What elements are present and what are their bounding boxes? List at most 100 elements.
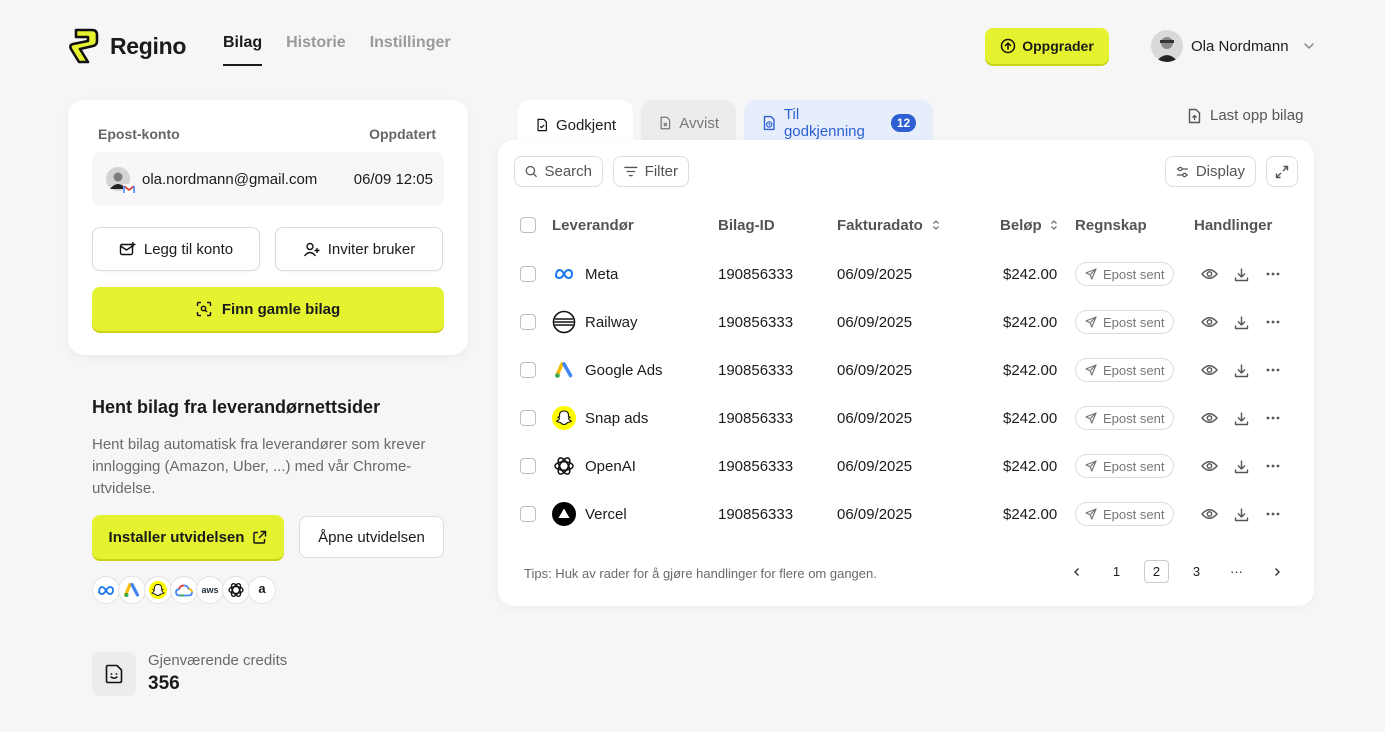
open-extension-label: Åpne utvidelsen	[318, 528, 425, 546]
upload-receipt-link[interactable]: Last opp bilag	[1187, 107, 1303, 124]
email-account-row[interactable]: ola.nordmann@gmail.com 06/09 12:05	[92, 152, 444, 206]
upgrade-button[interactable]: Oppgrader	[985, 28, 1109, 64]
mail-plus-icon	[119, 241, 136, 255]
more-options-button[interactable]	[1263, 360, 1283, 380]
table-row[interactable]: Snap ads 190856333 06/09/2025 $242.00 Epost …	[498, 394, 1314, 442]
col-vendor[interactable]: Leverandør	[552, 217, 634, 234]
row-checkbox[interactable]	[520, 314, 536, 330]
eye-icon	[1200, 461, 1218, 471]
download-button[interactable]	[1231, 504, 1251, 524]
snapchat-icon	[552, 406, 576, 430]
status-badge: Epost sent	[1075, 310, 1175, 334]
search-icon	[525, 165, 537, 178]
row-checkbox[interactable]	[520, 266, 536, 282]
vendor-cell: Vercel	[552, 502, 627, 526]
view-button[interactable]	[1199, 264, 1219, 284]
aws-logo-text: aws	[201, 584, 219, 595]
display-button[interactable]: Display	[1165, 156, 1256, 187]
invite-user-label: Inviter bruker	[327, 240, 416, 258]
eye-icon	[1200, 317, 1218, 327]
nav-item-instillinger[interactable]: Instillinger	[370, 34, 451, 66]
download-icon	[1234, 460, 1248, 473]
download-button[interactable]	[1231, 456, 1251, 476]
more-options-button[interactable]	[1263, 504, 1283, 524]
install-extension-button[interactable]: Installer utvidelsen	[92, 515, 284, 559]
user-menu[interactable]: Ola Nordmann	[1151, 30, 1317, 62]
credits-value: 356	[148, 673, 180, 694]
account-avatar	[106, 167, 135, 194]
page-ellipsis[interactable]: ···	[1224, 560, 1249, 583]
google-ads-icon	[552, 358, 576, 382]
more-horizontal-icon	[1266, 320, 1280, 324]
actions-cell	[1199, 264, 1295, 284]
page-3[interactable]: 3	[1184, 560, 1209, 583]
col-account-label: Epost-konto	[98, 126, 180, 142]
send-icon	[1085, 316, 1097, 328]
select-all-checkbox[interactable]	[520, 217, 536, 233]
table-row[interactable]: Railway 190856333 06/09/2025 $242.00 Epost s…	[498, 298, 1314, 346]
find-old-receipts-button[interactable]: Finn gamle bilag	[92, 287, 444, 331]
view-button[interactable]	[1199, 360, 1219, 380]
search-label: Search	[544, 163, 592, 180]
invite-user-button[interactable]: Inviter bruker	[275, 227, 443, 271]
eye-icon	[1200, 269, 1218, 279]
more-options-button[interactable]	[1263, 408, 1283, 428]
external-link-icon	[253, 530, 267, 544]
openai-logo-icon	[222, 576, 250, 604]
view-button[interactable]	[1199, 312, 1219, 332]
credits-icon-box	[92, 652, 136, 696]
next-page-button[interactable]	[1264, 560, 1289, 583]
view-button[interactable]	[1199, 504, 1219, 524]
row-checkbox[interactable]	[520, 458, 536, 474]
download-button[interactable]	[1231, 264, 1251, 284]
vendor-name: Snap ads	[585, 409, 649, 427]
nav-item-historie[interactable]: Historie	[286, 34, 346, 66]
railway-icon	[552, 310, 576, 334]
send-icon	[1085, 460, 1097, 472]
table-row[interactable]: Vercel 190856333 06/09/2025 $242.00 Epost se…	[498, 490, 1314, 538]
col-invoice-date[interactable]: Fakturadato	[837, 217, 943, 234]
more-options-button[interactable]	[1263, 456, 1283, 476]
table-row[interactable]: Meta 190856333 06/09/2025 $242.00 Epost sent	[498, 250, 1314, 298]
search-button[interactable]: Search	[514, 156, 603, 187]
vendor-cell: Meta	[552, 262, 618, 286]
sort-icon	[932, 220, 939, 230]
sort-icon	[1050, 220, 1057, 230]
col-amount[interactable]: Beløp	[1000, 217, 1061, 234]
page-2-current[interactable]: 2	[1144, 560, 1169, 583]
display-label: Display	[1195, 163, 1245, 180]
more-options-button[interactable]	[1263, 264, 1283, 284]
expand-button[interactable]	[1266, 156, 1298, 187]
filter-label: Filter	[644, 163, 678, 180]
download-button[interactable]	[1231, 312, 1251, 332]
filter-button[interactable]: Filter	[613, 156, 689, 187]
open-extension-button[interactable]: Åpne utvidelsen	[299, 516, 444, 558]
invoice-date-cell: 06/09/2025	[837, 457, 913, 475]
page-1[interactable]: 1	[1104, 560, 1129, 583]
row-checkbox[interactable]	[520, 362, 536, 378]
table-row[interactable]: Google Ads 190856333 06/09/2025 $242.00 Epos…	[498, 346, 1314, 394]
brand-logo[interactable]: Regino	[66, 27, 186, 65]
download-icon	[1234, 268, 1248, 281]
table-row[interactable]: OpenAI 190856333 06/09/2025 $242.00 Epost se…	[498, 442, 1314, 490]
download-button[interactable]	[1231, 360, 1251, 380]
accounting-cell: Epost sent	[1075, 310, 1175, 334]
nav-item-bilag[interactable]: Bilag	[223, 34, 263, 66]
vendor-name: OpenAI	[585, 457, 636, 475]
download-button[interactable]	[1231, 408, 1251, 428]
row-checkbox[interactable]	[520, 410, 536, 426]
openai-icon	[552, 454, 576, 478]
row-checkbox[interactable]	[520, 506, 536, 522]
find-old-receipts-label: Finn gamle bilag	[221, 300, 341, 318]
accounting-cell: Epost sent	[1075, 358, 1175, 382]
status-label: Epost sent	[1103, 506, 1165, 522]
vendor-cell: OpenAI	[552, 454, 636, 478]
view-button[interactable]	[1199, 408, 1219, 428]
prev-page-button[interactable]	[1064, 560, 1089, 583]
vercel-icon	[552, 502, 576, 526]
view-button[interactable]	[1199, 456, 1219, 476]
col-amount-label: Beløp	[1000, 216, 1042, 234]
col-receipt-id[interactable]: Bilag-ID	[718, 217, 775, 234]
more-options-button[interactable]	[1263, 312, 1283, 332]
add-account-button[interactable]: Legg til konto	[92, 227, 260, 271]
